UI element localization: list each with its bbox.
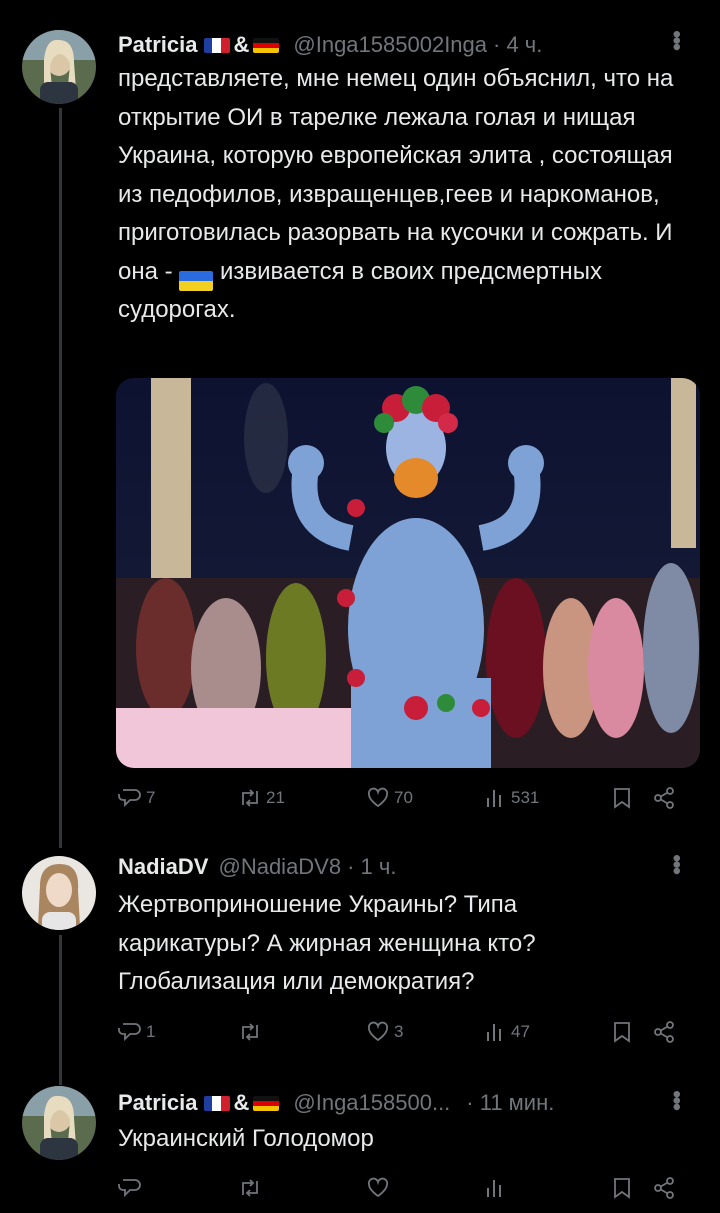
bookmark-icon	[614, 788, 630, 809]
like-icon	[367, 787, 389, 808]
handle[interactable]: @NadiaDV8	[218, 854, 341, 880]
tweet-actions	[118, 1176, 688, 1206]
views-count: 531	[511, 788, 540, 807]
display-name[interactable]: Patricia	[118, 1090, 198, 1116]
reply-button[interactable]	[118, 1176, 142, 1200]
ampersand: &	[233, 1090, 250, 1115]
retweet-button[interactable]	[238, 1176, 262, 1200]
display-name[interactable]: Patricia	[118, 32, 198, 58]
tweet-media-image[interactable]	[116, 378, 700, 768]
like-button[interactable]	[366, 1176, 390, 1200]
reply-button[interactable]: 1	[118, 1020, 155, 1044]
tweet-text: представляете, мне немец один объяснил, …	[118, 60, 693, 330]
timestamp[interactable]: · 4 ч.	[493, 32, 542, 58]
reply-icon	[118, 789, 141, 808]
handle[interactable]: @Inga1585002Inga	[293, 32, 487, 58]
tweet-text: Украинский Голодомор	[118, 1125, 374, 1152]
tweet-actions: 7 21 70 531	[118, 786, 688, 816]
tweet-header: Patricia & @Inga158500... · 11 мин.	[118, 1090, 554, 1116]
reply-button[interactable]: 7	[118, 786, 155, 810]
views-button[interactable]: 531	[483, 786, 539, 810]
share-button[interactable]	[652, 1176, 676, 1200]
share-icon	[654, 1177, 674, 1199]
views-button[interactable]	[483, 1176, 507, 1200]
avatar[interactable]	[22, 1086, 96, 1160]
tweet-2[interactable]: NadiaDV @NadiaDV8 · 1 ч. ••• Жертвоприно…	[0, 838, 720, 1070]
tweet-header: NadiaDV @NadiaDV8 · 1 ч.	[118, 854, 396, 880]
handle[interactable]: @Inga158500...	[293, 1090, 450, 1116]
display-name[interactable]: NadiaDV	[118, 854, 208, 880]
bookmark-button[interactable]	[610, 786, 634, 810]
reply-count: 1	[146, 1022, 156, 1041]
tweet-actions: 1 3 47	[118, 1020, 688, 1050]
tweet-text: Жертвоприношение Украины? Типа карикатур…	[118, 891, 536, 995]
france-flag	[203, 37, 230, 53]
reply-icon	[118, 1179, 141, 1198]
bookmark-icon	[614, 1178, 630, 1199]
timestamp[interactable]: · 1 ч.	[347, 854, 396, 880]
retweet-icon	[242, 1023, 258, 1041]
share-icon	[654, 787, 674, 809]
tweet-text-part: извивается в своих предсмертных судорога…	[118, 257, 602, 324]
avatar[interactable]	[22, 30, 96, 104]
like-count: 3	[394, 1022, 404, 1041]
bookmark-icon	[614, 1022, 630, 1043]
timestamp[interactable]: · 11 мин.	[466, 1090, 554, 1116]
ukraine-flag	[179, 270, 214, 291]
views-count: 47	[511, 1022, 530, 1041]
like-icon	[367, 1177, 389, 1198]
views-icon	[487, 1024, 501, 1041]
tweet-header: Patricia & @Inga1585002Inga · 4 ч.	[118, 32, 542, 58]
bookmark-button[interactable]	[610, 1176, 634, 1200]
like-count: 70	[394, 788, 413, 807]
germany-flag	[253, 37, 280, 53]
share-button[interactable]	[652, 786, 676, 810]
tweet-1[interactable]: Patricia & @Inga1585002Inga · 4 ч. ••• п…	[0, 0, 720, 830]
germany-flag	[253, 1095, 280, 1111]
tweet-3[interactable]: Patricia & @Inga158500... · 11 мин. ••• …	[0, 1070, 720, 1213]
views-button[interactable]: 47	[483, 1020, 530, 1044]
avatar[interactable]	[22, 856, 96, 930]
tweet-text-part: представляете, мне немец один объяснил, …	[118, 65, 674, 285]
reply-count: 7	[146, 788, 156, 807]
retweet-button[interactable]: 21	[238, 786, 285, 810]
views-icon	[487, 790, 501, 807]
retweet-icon	[242, 789, 258, 807]
like-button[interactable]: 3	[366, 1020, 403, 1044]
ampersand: &	[233, 32, 250, 57]
france-flag	[203, 1095, 230, 1111]
more-icon[interactable]: •••	[662, 1090, 690, 1109]
more-icon[interactable]: •••	[662, 854, 690, 873]
like-button[interactable]: 70	[366, 786, 413, 810]
like-icon	[367, 1021, 389, 1042]
more-icon[interactable]: •••	[662, 30, 690, 49]
share-icon	[654, 1021, 674, 1043]
retweet-count: 21	[266, 788, 285, 807]
views-icon	[487, 1180, 501, 1197]
retweet-icon	[242, 1179, 258, 1197]
share-button[interactable]	[652, 1020, 676, 1044]
reply-icon	[118, 1023, 141, 1042]
retweet-button[interactable]	[238, 1020, 262, 1044]
bookmark-button[interactable]	[610, 1020, 634, 1044]
